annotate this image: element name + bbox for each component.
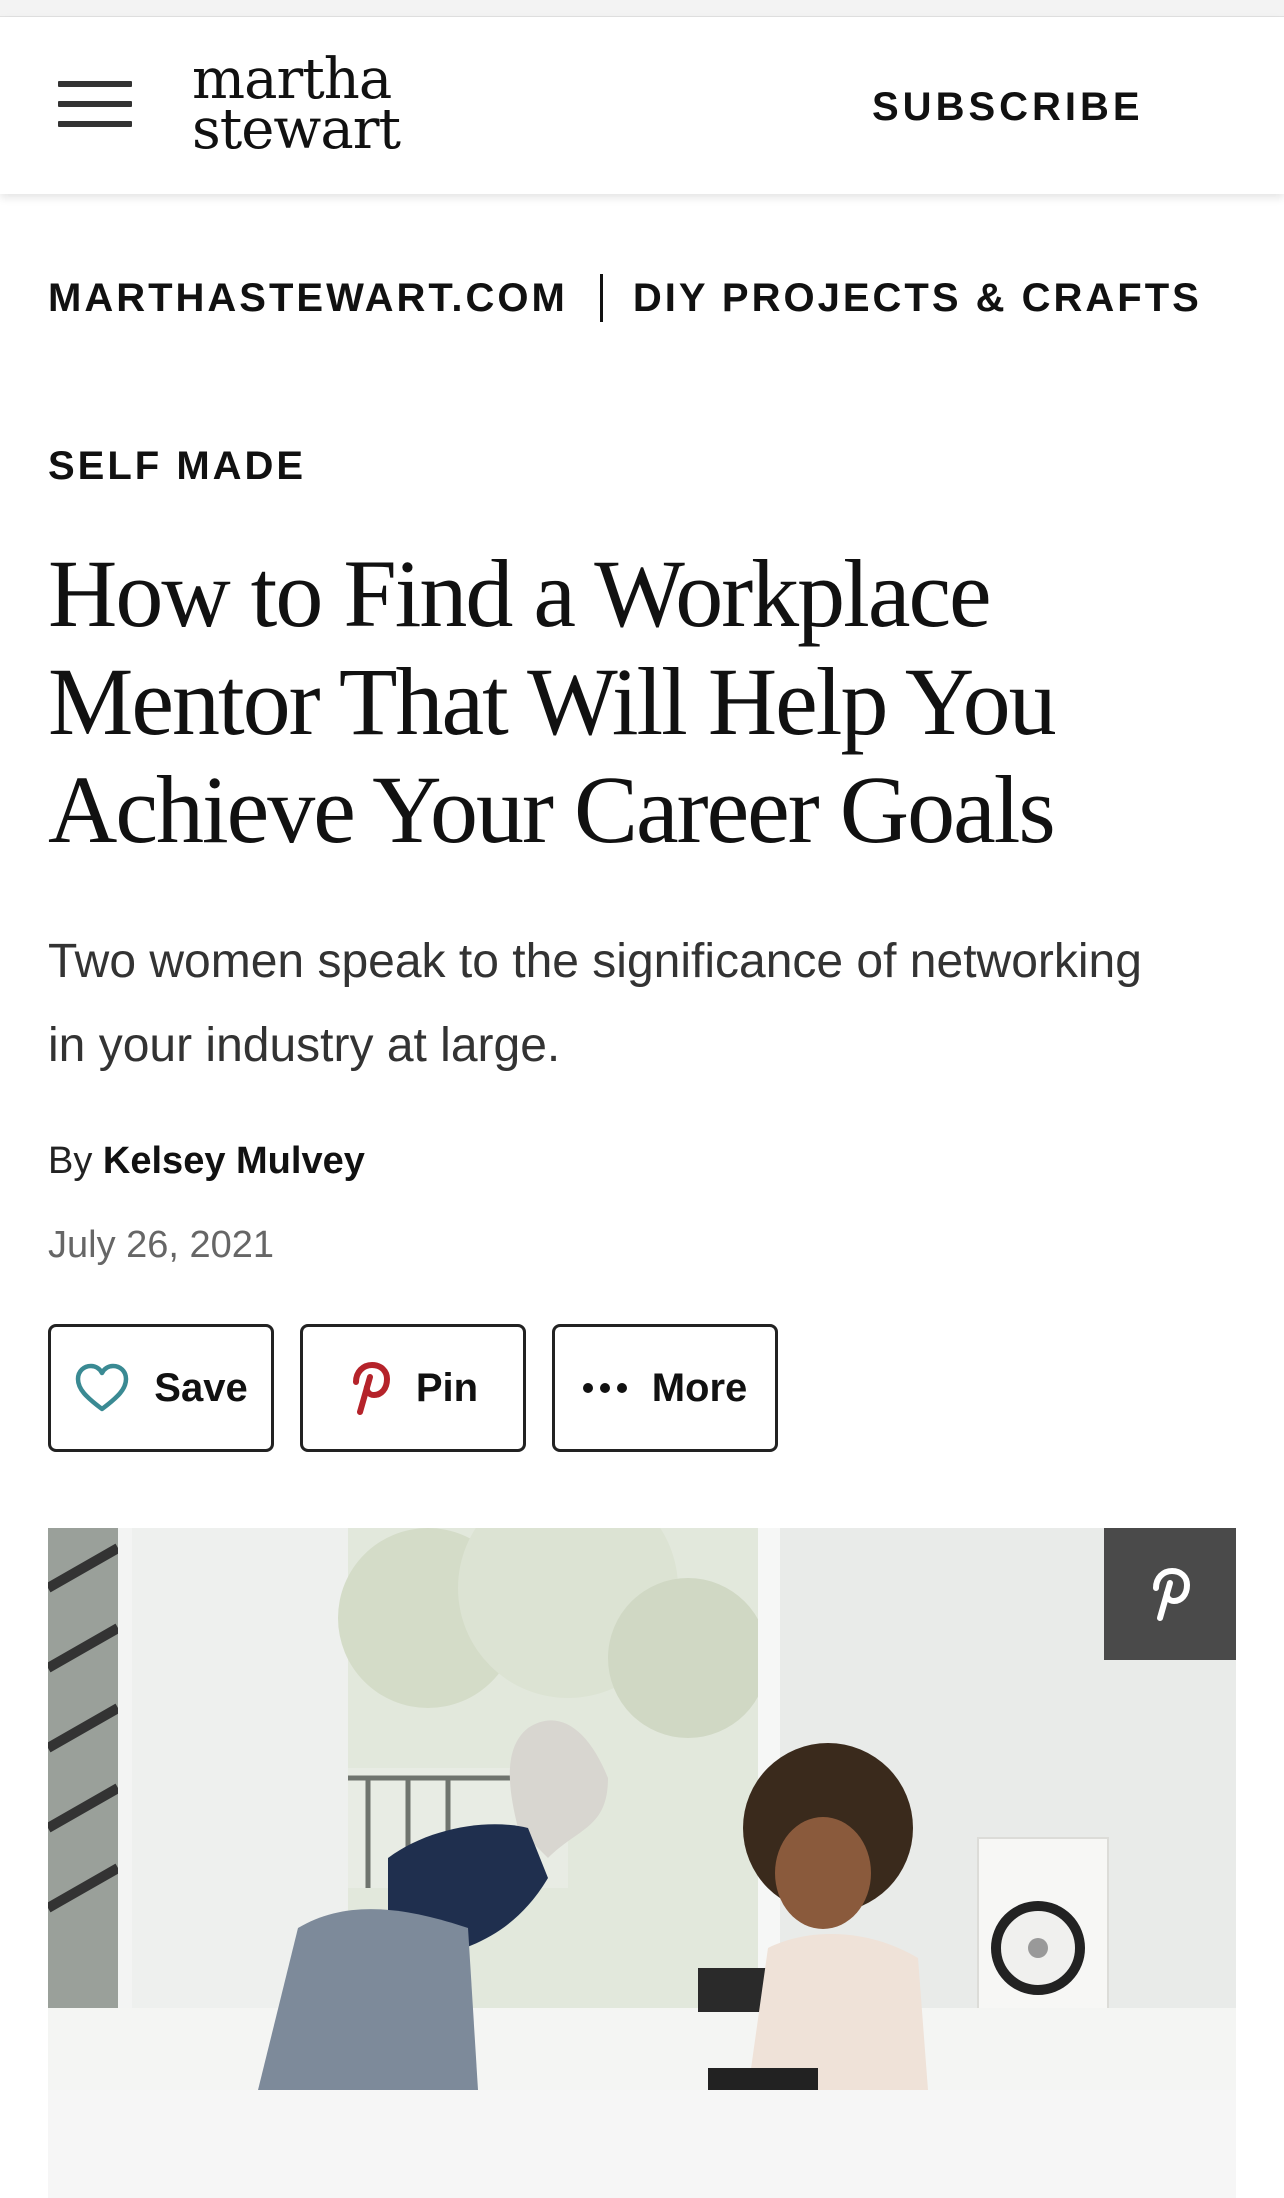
breadcrumb-category-link[interactable]: DIY PROJECTS & CRAFTS — [633, 276, 1202, 321]
breadcrumb: MARTHASTEWART.COM DIY PROJECTS & CRAFTS — [48, 274, 1202, 322]
article-headline: How to Find a Workplace Mentor That Will… — [48, 540, 1057, 863]
menu-bar-middle — [58, 101, 132, 107]
subscribe-link[interactable]: SUBSCRIBE — [872, 85, 1144, 130]
social-actions: Save Pin More — [48, 1324, 804, 1452]
article-date: July 26, 2021 — [48, 1224, 275, 1266]
pin-label: Pin — [415, 1365, 479, 1410]
hero-image — [48, 1528, 1236, 2090]
breadcrumb-separator — [599, 274, 603, 322]
menu-bar-top — [58, 81, 132, 87]
pinterest-icon — [348, 1360, 392, 1416]
menu-bar-bottom — [58, 121, 132, 127]
more-dots-icon — [582, 1383, 634, 1393]
more-label: More — [651, 1365, 748, 1410]
hero-pin-button[interactable] — [1104, 1528, 1236, 1660]
breadcrumb-home-link[interactable]: MARTHASTEWART.COM — [48, 276, 568, 321]
article-dek: Two women speak to the significance of n… — [48, 935, 1142, 1072]
site-logo[interactable]: martha stewart — [192, 52, 401, 162]
save-label: Save — [154, 1365, 248, 1410]
site-header: martha stewart SUBSCRIBE — [0, 17, 1284, 194]
logo-line-2: stewart — [192, 97, 401, 162]
hamburger-menu-icon[interactable] — [58, 77, 132, 131]
hero-photo-illustration — [48, 1528, 1236, 2090]
article-byline: By Kelsey Mulvey — [48, 1140, 365, 1183]
pinterest-icon — [1148, 1566, 1192, 1622]
article-kicker[interactable]: SELF MADE — [48, 444, 306, 489]
pin-button[interactable]: Pin — [300, 1324, 526, 1452]
browser-top-strip — [0, 0, 1284, 17]
save-button[interactable]: Save — [48, 1324, 274, 1452]
heart-icon — [74, 1362, 130, 1414]
bottom-overlay-bar — [48, 2090, 1236, 2198]
byline-prefix: By — [48, 1140, 93, 1182]
author-link[interactable]: Kelsey Mulvey — [103, 1140, 365, 1182]
more-button[interactable]: More — [552, 1324, 778, 1452]
